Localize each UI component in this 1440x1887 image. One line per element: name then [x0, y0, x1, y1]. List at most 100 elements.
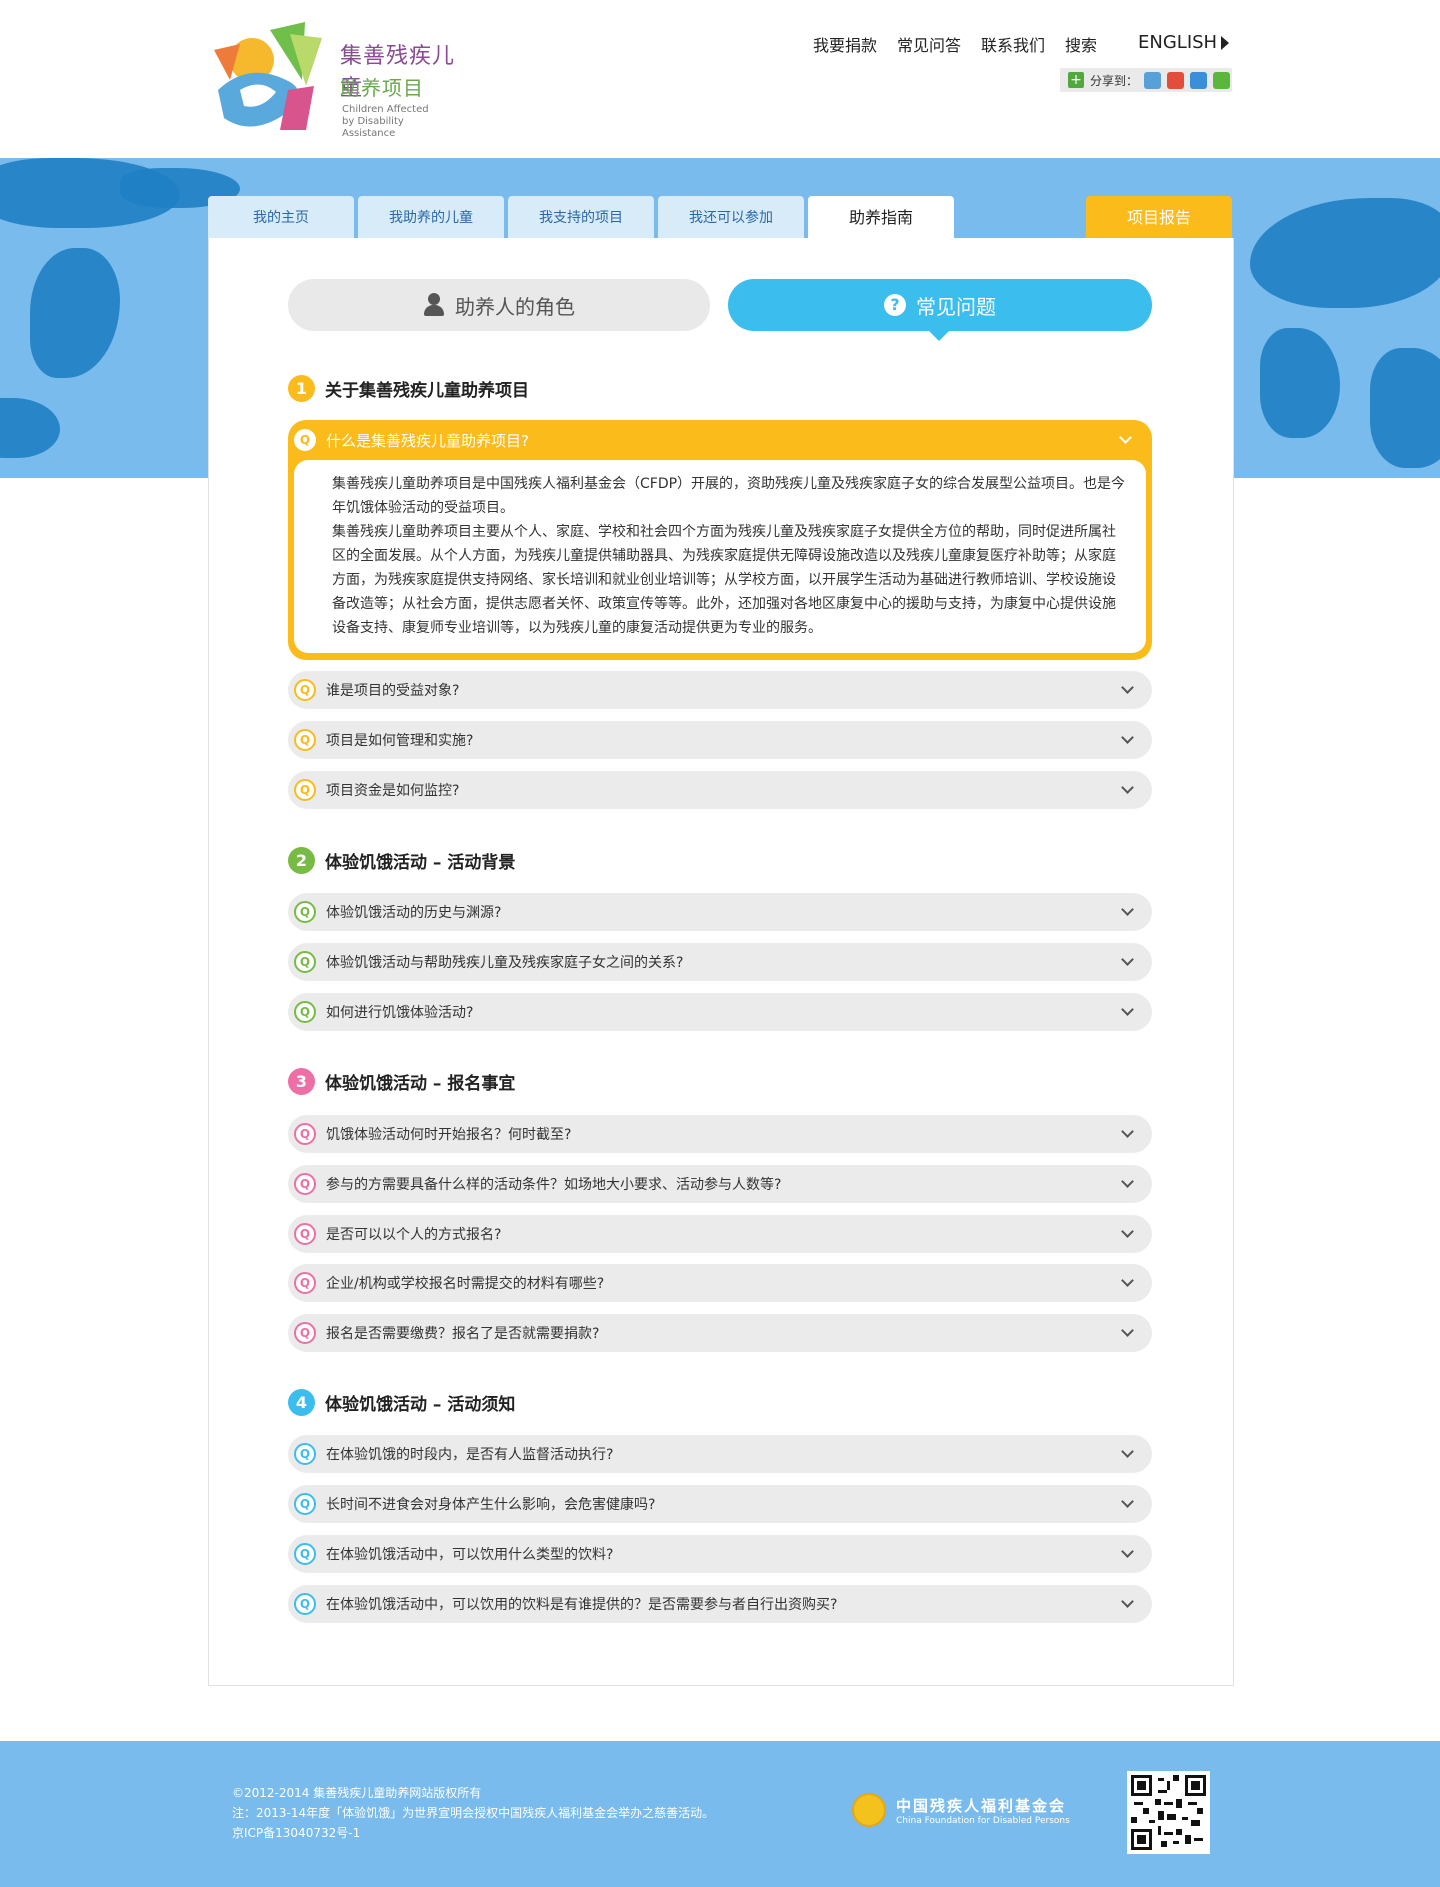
- q-badge-icon: Q: [294, 1593, 316, 1615]
- footer-note: 注：2013-14年度「体验饥饿」为世界宣明会授权中国残疾人福利基金会举办之慈善…: [232, 1806, 715, 1820]
- role-toggle-button[interactable]: 助养人的角色: [288, 279, 710, 331]
- faq-item[interactable]: Q 体验饥饿活动与帮助残疾儿童及残疾家庭子女之间的关系?: [288, 943, 1152, 981]
- pointer-arrow: [928, 330, 950, 341]
- nav-contact[interactable]: 联系我们: [981, 32, 1045, 56]
- site-logo[interactable]: 集善残疾儿童 助养项目 Children Affected by Disabil…: [210, 20, 460, 140]
- section-number: 1: [288, 374, 315, 402]
- faq-item[interactable]: Q 参与的方需要具备什么样的活动条件？如场地大小要求、活动参与人数等?: [288, 1165, 1152, 1203]
- nav-faq[interactable]: 常见问答: [897, 32, 961, 56]
- language-label: ENGLISH: [1138, 32, 1218, 53]
- weibo-icon[interactable]: [1167, 71, 1185, 89]
- tab-home[interactable]: 我的主页: [208, 196, 354, 238]
- cfdp-logo[interactable]: 中国残疾人福利基金会 China Foundation for Disabled…: [852, 1793, 1070, 1827]
- chevron-down-icon: [1121, 1595, 1134, 1608]
- faq-question-text: 谁是项目的受益对象?: [326, 683, 460, 699]
- faq-toggle-button[interactable]: ? 常见问题: [728, 279, 1152, 341]
- q-badge-icon: Q: [294, 1493, 316, 1515]
- faq-question-text: 什么是集善残疾儿童助养项目?: [326, 431, 529, 450]
- section-title: 关于集善残疾儿童助养项目: [325, 380, 529, 401]
- faq-item[interactable]: Q 项目是如何管理和实施?: [288, 721, 1152, 759]
- qzone-icon[interactable]: [1144, 71, 1162, 89]
- tab-guide[interactable]: 助养指南: [808, 196, 954, 238]
- share-bar: + 分享到：: [1060, 68, 1232, 92]
- splash-decoration: [30, 248, 120, 378]
- faq-item[interactable]: Q 在体验饥饿活动中，可以饮用的饮料是有谁提供的？是否需要参与者自行出资购买?: [288, 1585, 1152, 1623]
- section-number: 4: [288, 1388, 315, 1416]
- qr-code: [1127, 1771, 1210, 1854]
- splash-decoration: [1260, 328, 1340, 438]
- chevron-down-icon: [1121, 1274, 1134, 1287]
- language-switch[interactable]: ENGLISH: [1138, 32, 1230, 53]
- faq-answer: 集善残疾儿童助养项目是中国残疾人福利基金会（CFDP）开展的，资助残疾儿童及残疾…: [294, 460, 1146, 653]
- faq-item[interactable]: Q 是否可以以个人的方式报名?: [288, 1215, 1152, 1253]
- faq-question-text: 体验饥饿活动的历史与渊源?: [326, 905, 502, 921]
- q-badge-icon: Q: [294, 679, 316, 701]
- faq-question-text: 在体验饥饿活动中，可以饮用什么类型的饮料?: [326, 1547, 614, 1563]
- section-title: 体验饥饿活动 – 报名事宜: [325, 1073, 516, 1094]
- faq-question-text: 企业/机构或学校报名时需提交的材料有哪些?: [326, 1276, 605, 1292]
- section-heading-2: 2 体验饥饿活动 – 活动背景: [288, 846, 515, 874]
- question-icon: ?: [884, 294, 906, 316]
- faq-item[interactable]: Q 企业/机构或学校报名时需提交的材料有哪些?: [288, 1264, 1152, 1302]
- faq-item[interactable]: Q 在体验饥饿活动中，可以饮用什么类型的饮料?: [288, 1535, 1152, 1573]
- icp-number[interactable]: 京ICP备13040732号-1: [232, 1823, 714, 1843]
- person-icon: [423, 293, 445, 317]
- tab-my-children[interactable]: 我助养的儿童: [358, 196, 504, 238]
- chevron-down-icon: [1121, 1175, 1134, 1188]
- faq-question-header[interactable]: Q 什么是集善残疾儿童助养项目?: [288, 420, 1152, 460]
- faq-question-text: 在体验饥饿活动中，可以饮用的饮料是有谁提供的？是否需要参与者自行出资购买?: [326, 1597, 838, 1613]
- faq-question-text: 参与的方需要具备什么样的活动条件？如场地大小要求、活动参与人数等?: [326, 1177, 782, 1193]
- tab-report[interactable]: 项目报告: [1086, 196, 1232, 238]
- faq-question-text: 体验饥饿活动与帮助残疾儿童及残疾家庭子女之间的关系?: [326, 955, 684, 971]
- section-heading-1: 1 关于集善残疾儿童助养项目: [288, 374, 529, 402]
- tab-more[interactable]: 我还可以参加: [658, 196, 804, 238]
- faq-item[interactable]: Q 报名是否需要缴费？报名了是否就需要捐款?: [288, 1314, 1152, 1352]
- logo-en-text: Children Affected by Disability Assistan…: [342, 104, 460, 140]
- faq-item[interactable]: Q 如何进行饥饿体验活动?: [288, 993, 1152, 1031]
- chevron-down-icon: [1121, 731, 1134, 744]
- site-header: 集善残疾儿童 助养项目 Children Affected by Disabil…: [0, 0, 1440, 158]
- cfdp-name-cn: 中国残疾人福利基金会: [896, 1796, 1067, 1815]
- section-number: 3: [288, 1067, 315, 1095]
- faq-item[interactable]: Q 在体验饥饿的时段内，是否有人监督活动执行?: [288, 1435, 1152, 1473]
- tencent-weibo-icon[interactable]: [1190, 71, 1208, 89]
- copyright: ©2012-2014 集善残疾儿童助养网站版权所有: [232, 1786, 482, 1800]
- section-title: 体验饥饿活动 – 活动背景: [325, 852, 516, 873]
- faq-question-text: 长时间不进食会对身体产生什么影响，会危害健康吗?: [326, 1497, 656, 1513]
- faq-question-text: 项目资金是如何监控?: [326, 783, 460, 799]
- q-badge-icon: Q: [294, 729, 316, 751]
- section-title: 体验饥饿活动 – 活动须知: [325, 1394, 516, 1415]
- chevron-down-icon: [1121, 903, 1134, 916]
- chevron-down-icon: [1119, 431, 1132, 444]
- chevron-down-icon: [1121, 1225, 1134, 1238]
- faq-question-text: 项目是如何管理和实施?: [326, 733, 474, 749]
- q-badge-icon: Q: [294, 1543, 316, 1565]
- faq-item[interactable]: Q 谁是项目的受益对象?: [288, 671, 1152, 709]
- nav-donate[interactable]: 我要捐款: [813, 32, 877, 56]
- chevron-down-icon: [1121, 1324, 1134, 1337]
- q-badge-icon: Q: [294, 1001, 316, 1023]
- faq-question-text: 是否可以以个人的方式报名?: [326, 1227, 502, 1243]
- cfdp-seal-icon: [852, 1793, 886, 1827]
- faq-question-text: 在体验饥饿的时段内，是否有人监督活动执行?: [326, 1447, 614, 1463]
- triangle-right-icon: [1221, 35, 1230, 50]
- chevron-down-icon: [1121, 781, 1134, 794]
- chevron-down-icon: [1121, 1003, 1134, 1016]
- faq-item[interactable]: Q 项目资金是如何监控?: [288, 771, 1152, 809]
- faq-item-open: Q 什么是集善残疾儿童助养项目? 集善残疾儿童助养项目是中国残疾人福利基金会（C…: [288, 420, 1152, 660]
- logo-en-line2: by Disability Assistance: [342, 116, 404, 139]
- wechat-icon[interactable]: [1213, 71, 1231, 89]
- faq-item[interactable]: Q 长时间不进食会对身体产生什么影响，会危害健康吗?: [288, 1485, 1152, 1523]
- faq-item[interactable]: Q 饥饿体验活动何时开始报名？何时截至?: [288, 1115, 1152, 1153]
- faq-item[interactable]: Q 体验饥饿活动的历史与渊源?: [288, 893, 1152, 931]
- faq-question-text: 饥饿体验活动何时开始报名？何时截至?: [326, 1127, 572, 1143]
- section-number: 2: [288, 846, 315, 874]
- faq-question-text: 如何进行饥饿体验活动?: [326, 1005, 474, 1021]
- tab-my-projects[interactable]: 我支持的项目: [508, 196, 654, 238]
- chevron-down-icon: [1121, 1125, 1134, 1138]
- nav-search[interactable]: 搜索: [1065, 32, 1097, 56]
- share-label: 分享到：: [1090, 73, 1139, 88]
- plus-icon[interactable]: +: [1068, 72, 1084, 88]
- q-badge-icon: Q: [294, 779, 316, 801]
- q-badge-icon: Q: [294, 951, 316, 973]
